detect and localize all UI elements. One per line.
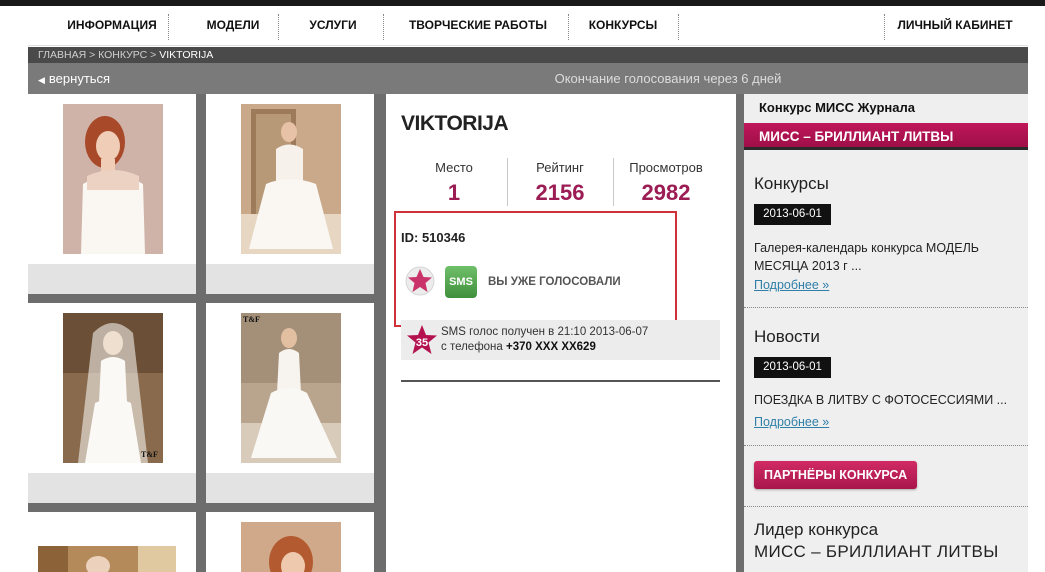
model-name: VIKTORIJA bbox=[401, 112, 509, 135]
photo-caption bbox=[206, 473, 374, 503]
partners-button[interactable]: ПАРТНЁРЫ КОНКУРСА bbox=[754, 461, 918, 489]
model-photo bbox=[38, 546, 176, 572]
back-arrow-icon: ◀ bbox=[38, 75, 45, 85]
news-heading: Новости bbox=[754, 327, 820, 346]
leader-heading: Лидер конкурса bbox=[754, 520, 879, 539]
stat-views: Просмотров 2982 bbox=[613, 160, 719, 206]
breadcrumb-separator: > bbox=[147, 49, 160, 61]
stat-label: Просмотров bbox=[629, 160, 703, 175]
divider bbox=[744, 307, 1028, 308]
leader-contest-name: МИСС – БРИЛЛИАНТ ЛИТВЫ bbox=[754, 542, 999, 561]
vote-highlight-box bbox=[394, 211, 677, 327]
nav-item-creative-works[interactable]: ТВОРЧЕСКИЕ РАБОТЫ bbox=[393, 6, 563, 46]
photo-card[interactable] bbox=[206, 94, 374, 294]
nav-separator bbox=[678, 14, 679, 40]
photo-card[interactable]: T&F bbox=[206, 303, 374, 503]
photo-card[interactable] bbox=[28, 512, 196, 572]
nav-separator bbox=[168, 14, 169, 40]
main-nav: ИНФОРМАЦИЯ МОДЕЛИ УСЛУГИ ТВОРЧЕСКИЕ РАБО… bbox=[28, 6, 1028, 46]
sidebar-panel: Конкурс МИСС Журнала МИСС – БРИЛЛИАНТ ЛИ… bbox=[744, 94, 1028, 572]
breadcrumb-separator: > bbox=[86, 49, 99, 61]
contests-more-link[interactable]: Подробнее » bbox=[754, 278, 829, 292]
nav-separator bbox=[568, 14, 569, 40]
sms-log-phone-prefix: с телефона bbox=[441, 341, 507, 353]
contests-date: 2013-06-01 bbox=[754, 204, 831, 225]
model-profile: VIKTORIJA Место 1 Рейтинг 2156 Просмотро… bbox=[386, 94, 736, 572]
nav-separator bbox=[884, 14, 885, 40]
breadcrumb-current: VIKTORIJA bbox=[159, 49, 214, 61]
right-gutter bbox=[1028, 6, 1045, 572]
photo-caption bbox=[206, 264, 374, 294]
already-voted-text: ВЫ УЖЕ ГОЛОСОВАЛИ bbox=[488, 276, 621, 288]
stat-label: Рейтинг bbox=[536, 160, 584, 175]
nav-separator bbox=[383, 14, 384, 40]
voting-end-notice: Окончание голосования через 6 дней bbox=[554, 71, 782, 86]
stat-value: 2156 bbox=[535, 180, 585, 205]
news-text[interactable]: ПОЕЗДКА В ЛИТВУ С ФОТОСЕССИЯМИ ... bbox=[754, 391, 1022, 409]
nav-item-contests[interactable]: КОНКУРСЫ bbox=[573, 6, 673, 46]
contests-text[interactable]: Галерея-календарь конкурса МОДЕЛЬ МЕСЯЦА… bbox=[754, 239, 1022, 275]
divider bbox=[401, 380, 720, 382]
photo-gallery: T&F T&F bbox=[28, 94, 386, 572]
breadcrumb-contest[interactable]: КОНКУРС bbox=[98, 49, 147, 61]
divider bbox=[744, 506, 1028, 507]
stat-rating: Рейтинг 2156 bbox=[507, 160, 613, 206]
model-photo bbox=[241, 104, 341, 254]
model-photo bbox=[241, 522, 341, 572]
nav-item-info[interactable]: ИНФОРМАЦИЯ bbox=[42, 6, 182, 46]
photo-watermark: T&F bbox=[141, 450, 158, 459]
photo-card[interactable] bbox=[206, 512, 374, 572]
divider bbox=[744, 445, 1028, 446]
nav-separator bbox=[278, 14, 279, 40]
breadcrumb-home[interactable]: ГЛАВНАЯ bbox=[38, 49, 86, 61]
model-id: ID: 510346 bbox=[401, 230, 466, 245]
left-gutter bbox=[0, 6, 28, 572]
sidebar-title: Конкурс МИСС Журнала bbox=[759, 100, 915, 115]
sms-vote-button[interactable]: SMS bbox=[445, 266, 477, 298]
model-photo: T&F bbox=[63, 313, 163, 463]
sms-vote-log: 35 SMS голос получен в 21:10 2013-06-07 … bbox=[401, 320, 720, 360]
nav-item-models[interactable]: МОДЕЛИ bbox=[178, 6, 288, 46]
breadcrumb: ГЛАВНАЯ > КОНКУРС > VIKTORIJA bbox=[28, 47, 1028, 63]
news-more-link[interactable]: Подробнее » bbox=[754, 415, 829, 429]
sms-log-line1: SMS голос получен в 21:10 2013-06-07 bbox=[441, 326, 649, 338]
star-icon[interactable] bbox=[405, 266, 435, 301]
back-link[interactable]: ◀ вернуться bbox=[38, 63, 110, 96]
sidebar: Конкурс МИСС Журнала МИСС – БРИЛЛИАНТ ЛИ… bbox=[736, 94, 1028, 572]
news-date: 2013-06-01 bbox=[754, 357, 831, 378]
photo-card[interactable] bbox=[28, 94, 196, 294]
photo-card[interactable]: T&F bbox=[28, 303, 196, 503]
contest-banner[interactable]: МИСС – БРИЛЛИАНТ ЛИТВЫ bbox=[744, 123, 1028, 150]
photo-caption bbox=[28, 264, 196, 294]
sms-log-line2: с телефона +370 XXX XX629 bbox=[441, 341, 596, 353]
model-photo bbox=[63, 104, 163, 254]
nav-item-account[interactable]: ЛИЧНЫЙ КАБИНЕТ bbox=[890, 6, 1020, 46]
back-bar: ◀ вернуться Окончание голосования через 6… bbox=[28, 63, 1028, 94]
nav-item-services[interactable]: УСЛУГИ bbox=[283, 6, 383, 46]
stat-value: 1 bbox=[447, 180, 461, 205]
sms-log-phone: +370 XXX XX629 bbox=[506, 341, 596, 353]
star-badge-icon: 35 bbox=[405, 324, 439, 361]
model-photo: T&F bbox=[241, 313, 341, 463]
stat-label: Место bbox=[435, 160, 473, 175]
photo-watermark: T&F bbox=[243, 315, 260, 324]
star-badge-count: 35 bbox=[416, 337, 428, 349]
contests-heading: Конкурсы bbox=[754, 174, 829, 193]
stat-place: Место 1 bbox=[401, 160, 507, 206]
photo-caption bbox=[28, 473, 196, 503]
stat-value: 2982 bbox=[641, 180, 691, 205]
back-link-label: вернуться bbox=[48, 71, 111, 86]
